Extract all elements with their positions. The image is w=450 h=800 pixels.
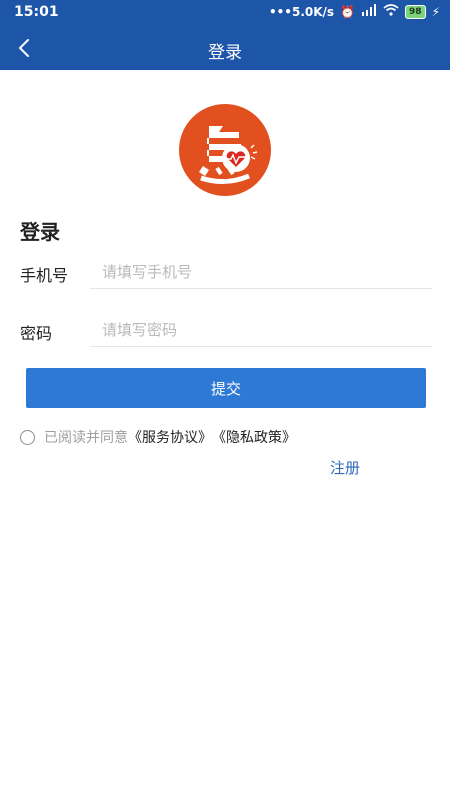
password-label: 密码 bbox=[20, 324, 53, 343]
register-link[interactable]: 注册 bbox=[330, 457, 360, 478]
agreement-row: 已阅读并同意 《服务协议》 《隐私政策》 bbox=[20, 427, 296, 447]
form-heading: 登录 bbox=[20, 220, 60, 244]
privacy-policy-link[interactable]: 《隐私政策》 bbox=[212, 427, 296, 447]
nav-bar: 登录 bbox=[0, 26, 450, 70]
charging-icon: ⚡ bbox=[431, 4, 440, 19]
network-speed: •••5.0K/s bbox=[268, 4, 335, 19]
submit-button[interactable]: 提交 bbox=[26, 368, 426, 408]
battery-icon: 98 bbox=[405, 4, 426, 19]
app-logo bbox=[179, 104, 271, 196]
page-title: 登录 bbox=[208, 43, 242, 63]
phone-input[interactable] bbox=[90, 255, 432, 289]
agreement-text: 已阅读并同意 bbox=[44, 430, 128, 446]
service-agreement-link[interactable]: 《服务协议》 bbox=[128, 427, 212, 447]
wifi-icon bbox=[383, 4, 399, 19]
agree-radio[interactable] bbox=[20, 429, 35, 445]
password-input[interactable] bbox=[90, 313, 432, 347]
status-bar: 15:01 •••5.0K/s ⏰ 98 ⚡ bbox=[0, 0, 450, 26]
alarm-icon: ⏰ bbox=[340, 4, 356, 19]
signal-icon bbox=[361, 4, 377, 19]
status-right: •••5.0K/s ⏰ 98 ⚡ bbox=[269, 4, 440, 19]
phone-label: 手机号 bbox=[20, 266, 69, 285]
status-time: 15:01 bbox=[14, 4, 59, 20]
